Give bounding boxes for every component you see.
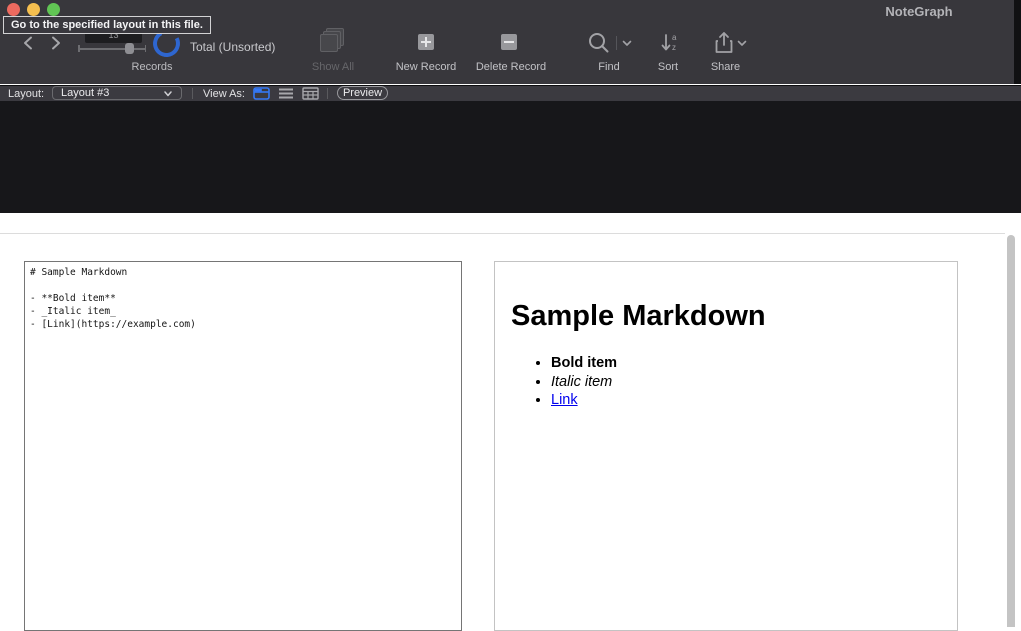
chevron-down-icon — [163, 88, 173, 99]
layout-background — [0, 101, 1021, 213]
share-chevron-down-icon[interactable] — [737, 40, 747, 47]
find-button[interactable]: Find — [589, 61, 629, 73]
list-item-bold: Bold item — [551, 354, 957, 373]
window-edge-gap — [1014, 0, 1021, 84]
previous-record-button[interactable] — [19, 34, 37, 52]
slider-track — [78, 48, 146, 50]
new-record-button[interactable]: New Record — [386, 61, 466, 73]
vertical-scrollbar[interactable] — [1007, 235, 1015, 627]
layout-tooltip: Go to the specified layout in this file. — [3, 16, 211, 34]
toolbar: NoteGraph 13 14 Total (Unsorted) Records — [0, 0, 1014, 84]
layout-bar-divider — [192, 88, 193, 99]
layout-select-value: Layout #3 — [61, 87, 109, 99]
total-sorted-state: Total (Unsorted) — [190, 40, 275, 54]
svg-text:a: a — [672, 33, 677, 42]
minimize-window-button[interactable] — [27, 3, 40, 16]
form-view-icon[interactable] — [253, 87, 270, 100]
list-item-italic: Italic item — [551, 373, 957, 392]
slider-thumb[interactable] — [125, 43, 134, 54]
slider-end-cap — [145, 45, 147, 52]
layout-bar: Layout: Layout #3 View As: — [0, 85, 1021, 101]
sort-button[interactable]: Sort — [648, 61, 688, 73]
find-chevron-down-icon[interactable] — [622, 40, 632, 47]
list-item-link: Link — [551, 391, 957, 410]
app-window: NoteGraph 13 14 Total (Unsorted) Records — [0, 0, 1021, 627]
markdown-preview-field[interactable]: Sample Markdown Bold item Italic item Li… — [494, 261, 958, 631]
sort-az-icon[interactable]: a z — [659, 32, 681, 54]
share-icon[interactable] — [714, 31, 734, 55]
preview-heading: Sample Markdown — [511, 300, 957, 333]
markdown-source-field[interactable]: # Sample Markdown - **Bold item** - _Ita… — [24, 261, 462, 631]
chevron-right-icon — [51, 36, 61, 50]
list-view-icon[interactable] — [278, 87, 294, 100]
layout-select[interactable]: Layout #3 — [52, 86, 182, 100]
show-all-icon[interactable] — [320, 28, 346, 54]
next-record-button[interactable] — [47, 34, 65, 52]
markdown-source-text: # Sample Markdown - **Bold item** - _Ita… — [30, 266, 461, 331]
delete-record-button[interactable]: Delete Record — [466, 61, 556, 73]
chevron-left-icon — [23, 36, 33, 50]
window-title: NoteGraph — [881, 4, 957, 19]
find-divider — [616, 36, 617, 50]
record-slider[interactable] — [78, 43, 146, 54]
layout-bar-divider-2 — [327, 88, 328, 99]
zoom-window-button[interactable] — [47, 3, 60, 16]
table-view-icon[interactable] — [302, 87, 319, 100]
preview-list: Bold item Italic item Link — [495, 354, 957, 410]
show-all-button[interactable]: Show All — [303, 61, 363, 73]
search-icon[interactable] — [588, 32, 610, 54]
records-group-label: Records — [117, 61, 187, 73]
svg-text:z: z — [672, 43, 676, 52]
view-as-label: View As: — [203, 87, 245, 101]
preview-mode-button[interactable]: Preview — [337, 86, 388, 100]
delete-record-icon[interactable] — [501, 34, 517, 50]
share-button[interactable]: Share — [703, 61, 748, 73]
layout-label: Layout: — [8, 87, 44, 101]
close-window-button[interactable] — [7, 3, 20, 16]
new-record-icon[interactable] — [418, 34, 434, 50]
page-top-rule — [0, 233, 1005, 234]
preview-link[interactable]: Link — [551, 392, 578, 408]
